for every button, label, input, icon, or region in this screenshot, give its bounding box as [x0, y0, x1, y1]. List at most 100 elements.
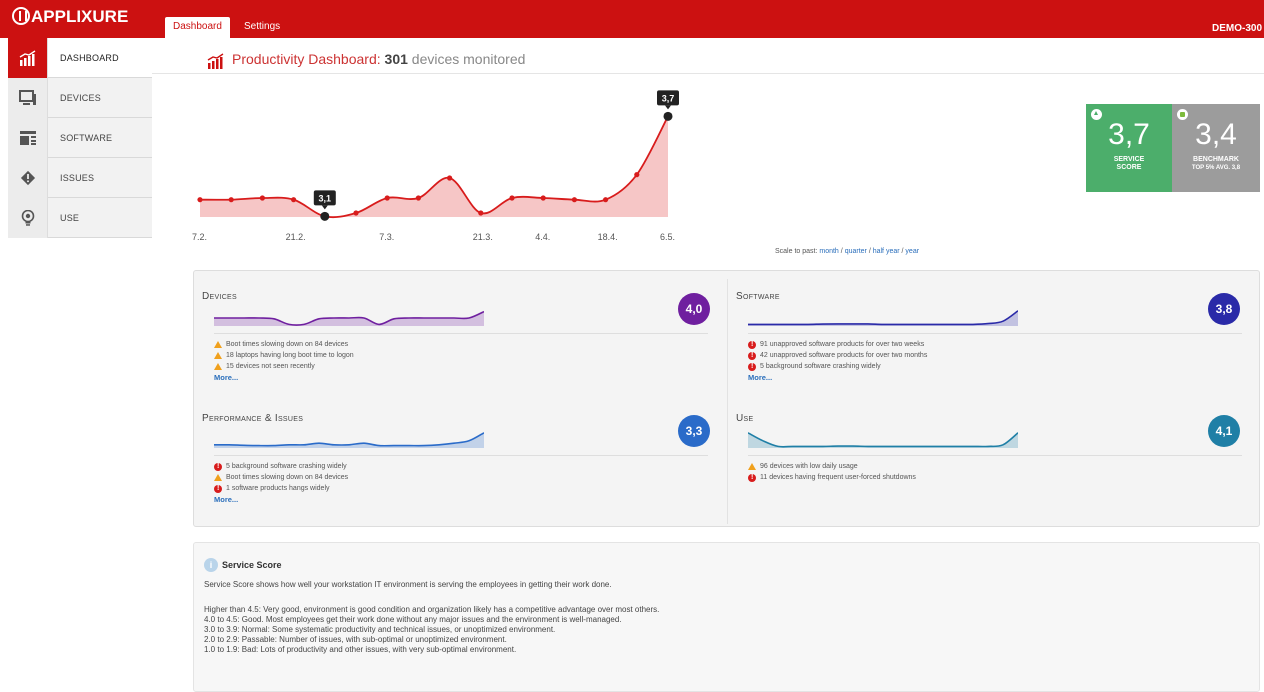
scale-year-link[interactable]: year	[905, 248, 919, 255]
issue-item[interactable]: 5 background software crashing widely	[748, 361, 927, 372]
issue-text: 1 software products hangs widely	[226, 485, 330, 492]
more-link[interactable]: More...	[748, 373, 927, 382]
issue-item[interactable]: 42 unapproved software products for over…	[748, 350, 927, 361]
error-icon	[748, 339, 756, 350]
category-sparkline	[748, 310, 1018, 326]
score-levels: Higher than 4.5: Very good, environment …	[204, 605, 659, 655]
service-score-tile[interactable]: 3,7 SERVICE SCORE	[1086, 104, 1172, 192]
data-point	[197, 197, 203, 203]
category-title[interactable]: Devices	[202, 291, 237, 302]
category-score-badge[interactable]: 3,3	[678, 415, 710, 447]
chart-icon	[8, 37, 48, 78]
issue-text: 5 background software crashing widely	[760, 363, 881, 370]
error-icon	[748, 472, 756, 483]
sidebar-item-issues[interactable]: ISSUES	[8, 157, 152, 198]
issue-item[interactable]: 91 unapproved software products for over…	[748, 339, 927, 350]
device-count: 301	[384, 51, 408, 67]
productivity-chart[interactable]: 3,1 3,7	[190, 78, 680, 248]
issue-text: Boot times slowing down on 84 devices	[226, 474, 349, 481]
data-point	[353, 210, 359, 216]
sidebar-item-label: DEVICES	[60, 92, 101, 103]
category-issues-list: 5 background software crashing widely Boo…	[214, 461, 348, 504]
issue-text: 91 unapproved software products for over…	[760, 341, 925, 348]
category-score-badge[interactable]: 4,0	[678, 293, 710, 325]
score-level: 4.0 to 4.5: Good. Most employees get the…	[204, 615, 622, 624]
title-divider	[152, 73, 1264, 74]
sidebar-item-dashboard[interactable]: DASHBOARD	[8, 37, 152, 78]
data-point	[415, 195, 421, 201]
page-title: Productivity Dashboard: 301 devices moni…	[232, 51, 525, 67]
data-point	[228, 197, 234, 203]
more-link[interactable]: More...	[214, 495, 348, 504]
tab-settings[interactable]: Settings	[236, 17, 288, 38]
issue-item[interactable]: 96 devices with low daily usage	[748, 461, 916, 472]
score-level: Higher than 4.5: Very good, environment …	[204, 605, 660, 614]
category-sparkline	[748, 432, 1018, 448]
x-tick-label: 18.4.	[597, 232, 618, 242]
category-sparkline	[214, 432, 484, 448]
sparkline-line	[748, 310, 1018, 326]
warning-icon	[214, 363, 222, 370]
category-panel: Devices 4,0 Boot times slowing down on 84 …	[193, 270, 1260, 527]
issue-item[interactable]: Boot times slowing down on 84 devices	[214, 472, 348, 483]
warning-icon	[214, 352, 222, 359]
tenant-name[interactable]: DEMO-300	[1212, 23, 1262, 34]
sidebar-item-use[interactable]: USE	[8, 197, 152, 238]
scale-month-link[interactable]: month	[819, 248, 838, 255]
issue-text: 96 devices with low daily usage	[760, 463, 858, 470]
info-title: Service Score	[222, 560, 282, 570]
category-score-badge[interactable]: 4,1	[1208, 415, 1240, 447]
data-point	[571, 197, 577, 203]
category-card[interactable]: Performance & Issues 3,3 5 background soft…	[194, 393, 714, 518]
category-card[interactable]: Devices 4,0 Boot times slowing down on 84 …	[194, 271, 714, 396]
data-point	[509, 195, 515, 201]
category-title[interactable]: Performance & Issues	[202, 413, 303, 424]
data-point	[447, 175, 453, 181]
benchmark-tile[interactable]: 3,4 BENCHMARK TOP 5% AVG. 3,8	[1172, 104, 1260, 192]
category-score-badge[interactable]: 3,8	[1208, 293, 1240, 325]
data-point	[540, 195, 546, 201]
x-tick-label: 6.5.	[660, 232, 676, 242]
issue-item[interactable]: 11 devices having frequent user-forced s…	[748, 472, 916, 483]
data-point	[663, 111, 673, 121]
page-title-prefix: Productivity Dashboard:	[232, 51, 381, 67]
issue-item[interactable]: Boot times slowing down on 84 devices	[214, 339, 354, 350]
error-icon	[748, 350, 756, 361]
tab-dashboard[interactable]: Dashboard	[165, 17, 230, 38]
issue-item[interactable]: 1 software products hangs widely	[214, 483, 348, 494]
issue-text: 5 background software crashing widely	[226, 463, 347, 470]
category-issues-list: 96 devices with low daily usage 11 device…	[748, 461, 916, 483]
score-level: 2.0 to 2.9: Passable: Number of issues, …	[204, 635, 507, 644]
service-score-label: SERVICE SCORE	[1086, 156, 1172, 172]
error-icon	[748, 361, 756, 372]
category-sparkline	[214, 310, 484, 326]
dashboard-chart-icon	[206, 53, 226, 74]
sidebar-item-label: USE	[60, 212, 80, 223]
category-title[interactable]: Use	[736, 413, 753, 424]
callout-pointer	[321, 205, 328, 210]
sidebar-item-software[interactable]: SOFTWARE	[8, 117, 152, 158]
category-card[interactable]: Use 4,1 96 devices with low daily usage 11 …	[728, 393, 1248, 518]
issue-item[interactable]: 5 background software crashing widely	[214, 461, 348, 472]
error-icon	[214, 483, 222, 494]
sidebar-item-label: SOFTWARE	[60, 132, 113, 143]
callout-label: 3,1	[319, 193, 332, 203]
logo-text: APPLIXURE	[31, 7, 129, 26]
warning-icon	[214, 341, 222, 348]
top-bar: APPLIXURE Dashboard Settings DEMO-300	[0, 0, 1264, 38]
sidebar: DASHBOARD DEVICES SOFTWARE ISSUES USE	[8, 37, 152, 238]
category-card[interactable]: Software 3,8 91 unapproved software produc…	[728, 271, 1248, 396]
issue-text: 42 unapproved software products for over…	[760, 352, 928, 359]
sidebar-item-devices[interactable]: DEVICES	[8, 77, 152, 118]
service-score-label-line2: SCORE	[1116, 164, 1142, 171]
service-score-label-line1: SERVICE	[1113, 156, 1145, 163]
applixure-logo[interactable]: APPLIXURE	[12, 7, 128, 27]
scale-half-year-link[interactable]: half year	[873, 248, 900, 255]
sidebar-item-label: DASHBOARD	[60, 52, 119, 63]
category-title[interactable]: Software	[736, 291, 780, 302]
issue-item[interactable]: 18 laptops having long boot time to logo…	[214, 350, 354, 361]
issue-item[interactable]: 15 devices not seen recently	[214, 361, 354, 372]
scale-quarter-link[interactable]: quarter	[845, 248, 867, 255]
more-link[interactable]: More...	[214, 373, 354, 382]
issue-text: 15 devices not seen recently	[226, 363, 315, 370]
